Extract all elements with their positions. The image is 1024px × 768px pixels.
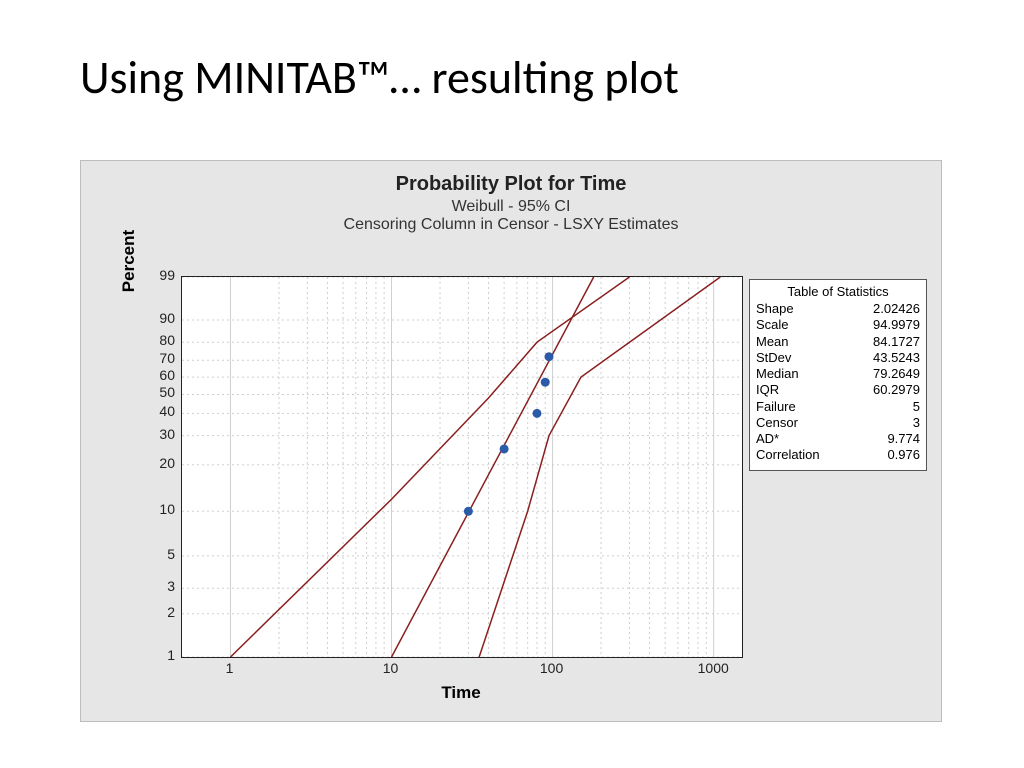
statistics-row-label: Correlation <box>756 447 820 463</box>
x-tick-label: 1000 <box>698 660 728 676</box>
data-point <box>532 409 541 418</box>
statistics-row-value: 60.2979 <box>873 382 920 398</box>
chart-svg <box>182 277 742 657</box>
x-axis-title: Time <box>181 683 741 703</box>
y-tick-label: 40 <box>159 403 175 419</box>
statistics-row-value: 84.1727 <box>873 334 920 350</box>
statistics-row-value: 0.976 <box>887 447 920 463</box>
y-axis-title: Percent <box>119 161 139 361</box>
statistics-box: Table of Statistics Shape 2.02426 Scale 94.… <box>749 279 927 471</box>
y-tick-label: 80 <box>159 332 175 348</box>
statistics-row-label: Median <box>756 366 799 382</box>
data-point <box>541 378 550 387</box>
y-tick-label: 10 <box>159 501 175 517</box>
chart-header: Probability Plot for Time Weibull - 95% … <box>81 173 941 234</box>
slide-title: Using MINITAB™… resulting plot <box>80 50 679 106</box>
plot-panel: Probability Plot for Time Weibull - 95% … <box>80 160 942 722</box>
statistics-row-label: Failure <box>756 399 796 415</box>
statistics-row-label: AD* <box>756 431 779 447</box>
statistics-row-label: StDev <box>756 350 791 366</box>
ci-lower-line <box>230 277 629 657</box>
chart-subtitle-1: Weibull - 95% CI <box>81 198 941 216</box>
statistics-row-value: 43.5243 <box>873 350 920 366</box>
statistics-row: Mean 84.1727 <box>756 334 920 350</box>
y-tick-label: 5 <box>167 546 175 562</box>
statistics-row: Shape 2.02426 <box>756 301 920 317</box>
y-tick-label: 3 <box>167 578 175 594</box>
statistics-row-value: 79.2649 <box>873 366 920 382</box>
y-tick-label: 2 <box>167 604 175 620</box>
statistics-row: StDev 43.5243 <box>756 350 920 366</box>
y-tick-label: 90 <box>159 310 175 326</box>
y-tick-label: 60 <box>159 367 175 383</box>
statistics-row-value: 9.774 <box>887 431 920 447</box>
chart-subtitle-2: Censoring Column in Censor - LSXY Estima… <box>81 216 941 234</box>
statistics-row: Failure 5 <box>756 399 920 415</box>
statistics-row-label: IQR <box>756 382 779 398</box>
chart-plot-area <box>181 276 743 658</box>
data-point <box>500 444 509 453</box>
y-tick-label: 30 <box>159 426 175 442</box>
statistics-row-value: 94.9979 <box>873 317 920 333</box>
y-tick-label: 20 <box>159 455 175 471</box>
statistics-row-value: 2.02426 <box>873 301 920 317</box>
statistics-row-value: 5 <box>913 399 920 415</box>
statistics-row: Median 79.2649 <box>756 366 920 382</box>
data-point <box>464 507 473 516</box>
y-tick-label: 1 <box>167 647 175 663</box>
y-tick-label: 50 <box>159 384 175 400</box>
x-tick-label: 10 <box>376 660 406 676</box>
statistics-row-value: 3 <box>913 415 920 431</box>
statistics-row-label: Shape <box>756 301 794 317</box>
statistics-row: AD* 9.774 <box>756 431 920 447</box>
ci-upper-line <box>479 277 720 657</box>
x-tick-label: 100 <box>537 660 567 676</box>
chart-title: Probability Plot for Time <box>81 173 941 196</box>
y-tick-label: 99 <box>159 267 175 283</box>
statistics-row: Scale 94.9979 <box>756 317 920 333</box>
statistics-row: IQR 60.2979 <box>756 382 920 398</box>
x-tick-label: 1 <box>214 660 244 676</box>
statistics-row: Censor 3 <box>756 415 920 431</box>
data-point <box>544 352 553 361</box>
statistics-row-label: Mean <box>756 334 789 350</box>
statistics-row-label: Scale <box>756 317 789 333</box>
statistics-row: Correlation 0.976 <box>756 447 920 463</box>
statistics-header: Table of Statistics <box>756 284 920 299</box>
statistics-row-label: Censor <box>756 415 798 431</box>
y-tick-label: 70 <box>159 350 175 366</box>
